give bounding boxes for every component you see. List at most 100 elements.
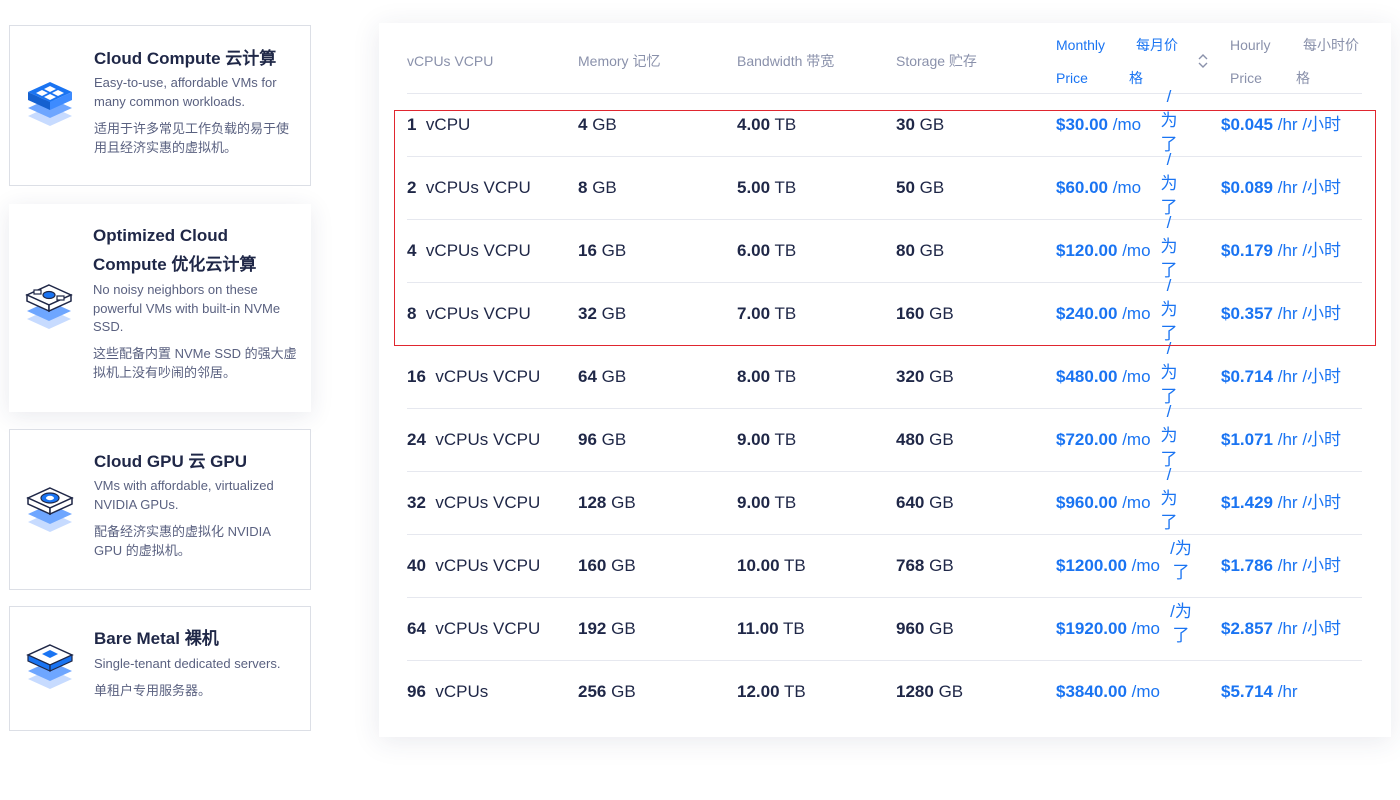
bandwidth-cell: 10.00 TB [737,535,806,597]
table-row[interactable]: 1 vCPU 4 GB 4.00 TB 30 GB $30.00 /mo / 为了 $0.0… [407,87,1362,156]
storage-value: 960 [896,619,925,638]
bandwidth-value: 7.00 [737,304,771,323]
header-hourly-price[interactable]: Hourly [1230,29,1270,62]
table-row[interactable]: 96 vCPUs 256 GB 12.00 TB 1280 GB $3840.00 /m… [407,660,1362,723]
per-hour-zh: /小时 [1302,556,1342,575]
memory-cell: 16 GB [578,220,626,282]
monthly-price-cell: $960.00 /mo [1056,472,1151,534]
storage-unit: GB [919,178,945,197]
storage-unit: GB [929,619,954,638]
per-month-zh: / 为了 [1160,402,1178,469]
table-row[interactable]: 4 vCPUs VCPU 16 GB 6.00 TB 80 GB $120.00 /mo… [407,213,1362,282]
header-monthly-price[interactable]: Monthly [1056,29,1105,62]
table-row[interactable]: 64 vCPUs VCPU 192 GB 11.00 TB 960 GB $1920.0… [407,597,1362,660]
per-hour-unit: /hr [1277,115,1298,134]
plan-description: Single-tenant dedicated servers. [94,656,281,671]
memory-unit: GB [611,682,636,701]
vcpu-cell: 32 vCPUs VCPU [407,472,540,534]
plan-card-cloud-gpu[interactable]: Cloud GPU 云 GPU VMs with affordable, vir… [9,429,311,590]
memory-unit: GB [611,619,636,638]
storage-unit: GB [929,493,954,512]
vcpu-cell: 4 vCPUs VCPU [407,220,531,282]
per-hour-unit: /hr [1277,304,1298,323]
hourly-price-value: $0.179 [1221,241,1273,260]
memory-value: 192 [578,619,607,638]
header-memory[interactable]: Memory 记忆 [578,45,660,78]
storage-cell: 320 GB [896,346,954,408]
table-row[interactable]: 32 vCPUs VCPU 128 GB 9.00 TB 640 GB $960.00 … [407,465,1362,534]
monthly-price-value: $240.00 [1056,304,1118,323]
memory-unit: GB [592,115,617,134]
monthly-price-value: $30.00 [1056,115,1108,134]
header-vcpus[interactable]: vCPUs VCPU [407,45,493,78]
storage-value: 640 [896,493,925,512]
per-hour-unit: /hr [1277,367,1298,386]
vcpu-unit: vCPUs [435,682,489,701]
bandwidth-unit: TB [774,178,797,197]
vcpu-cell: 8 vCPUs VCPU [407,283,531,345]
monthly-price-cell: $60.00 /mo [1056,157,1141,219]
bandwidth-cell: 5.00 TB [737,157,796,219]
hourly-price-value: $0.045 [1221,115,1273,134]
memory-unit: GB [601,241,627,260]
hourly-price-cell: $2.857 /hr /小时 [1221,598,1341,660]
bandwidth-value: 4.00 [737,115,771,134]
monthly-price-cell: $240.00 /mo [1056,283,1151,345]
per-month-zh: / 为了 [1160,213,1178,280]
monthly-price-cell: $30.00 /mo [1056,94,1141,156]
bandwidth-unit: TB [783,682,806,701]
per-month-unit: /mo [1122,241,1151,260]
per-month-zh: / 为了 [1160,87,1178,154]
bandwidth-unit: TB [783,556,806,575]
storage-unit: GB [919,115,945,134]
table-row[interactable]: 8 vCPUs VCPU 32 GB 7.00 TB 160 GB $240.00 /m… [407,276,1362,345]
bandwidth-value: 8.00 [737,367,771,386]
hourly-price-cell: $1.071 /hr /小时 [1221,409,1341,471]
vcpu-count: 8 [407,304,417,323]
memory-cell: 256 GB [578,661,636,723]
memory-cell: 192 GB [578,598,636,660]
hourly-price-cell: $0.357 /hr /小时 [1221,283,1341,345]
optimized-server-icon [25,284,73,329]
plan-description-zh: 配备经济实惠的虚拟化 NVIDIA GPU 的虚拟机。 [94,524,271,558]
memory-unit: GB [601,367,627,386]
sort-icon[interactable] [1197,53,1209,69]
bandwidth-cell: 9.00 TB [737,409,796,471]
vcpu-count: 4 [407,241,417,260]
plan-description-zh: 这些配备内置 NVMe SSD 的强大虚拟机上没有吵闹的邻居。 [93,346,297,380]
bandwidth-unit: TB [774,115,797,134]
hourly-price-value: $5.714 [1221,682,1273,701]
header-bandwidth[interactable]: Bandwidth 带宽 [737,45,834,78]
bandwidth-value: 9.00 [737,430,771,449]
plan-card-optimized-cloud-compute[interactable]: Optimized Cloud Compute 优化云计算 No noisy n… [9,204,311,412]
table-row[interactable]: 24 vCPUs VCPU 96 GB 9.00 TB 480 GB $720.00 /… [407,402,1362,471]
storage-cell: 960 GB [896,598,954,660]
table-row[interactable]: 16 vCPUs VCPU 64 GB 8.00 TB 320 GB $480.00 /… [407,339,1362,408]
table-row[interactable]: 2 vCPUs VCPU 8 GB 5.00 TB 50 GB $60.00 /mo / … [407,150,1362,219]
hourly-price-value: $0.357 [1221,304,1273,323]
header-storage[interactable]: Storage 贮存 [896,45,977,78]
bandwidth-cell: 8.00 TB [737,346,796,408]
storage-value: 50 [896,178,915,197]
table-row[interactable]: 40 vCPUs VCPU 160 GB 10.00 TB 768 GB $1200.0… [407,534,1362,597]
memory-unit: GB [592,178,617,197]
per-month-zh: / 为了 [1160,150,1178,217]
memory-cell: 32 GB [578,283,626,345]
bandwidth-cell: 6.00 TB [737,220,796,282]
monthly-price-cell: $120.00 /mo [1056,220,1151,282]
per-hour-zh: /小时 [1302,178,1342,197]
bandwidth-unit: TB [774,493,797,512]
per-month-unit: /mo [1122,304,1151,323]
plan-title: Optimized Cloud Compute 优化云计算 [93,226,257,274]
vcpu-unit: vCPU [425,115,471,134]
vcpu-count: 96 [407,682,426,701]
per-hour-unit: /hr [1277,241,1298,260]
plan-card-bare-metal[interactable]: Bare Metal 裸机 Single-tenant dedicated se… [9,606,311,731]
vcpu-count: 2 [407,178,417,197]
monthly-price-value: $3840.00 [1056,682,1127,701]
vcpu-unit: vCPUs VCPU [435,619,541,638]
bandwidth-value: 6.00 [737,241,771,260]
plan-card-cloud-compute[interactable]: Cloud Compute 云计算 Easy-to-use, affordabl… [9,25,311,186]
per-hour-zh: /小时 [1302,493,1342,512]
storage-unit: GB [929,556,954,575]
